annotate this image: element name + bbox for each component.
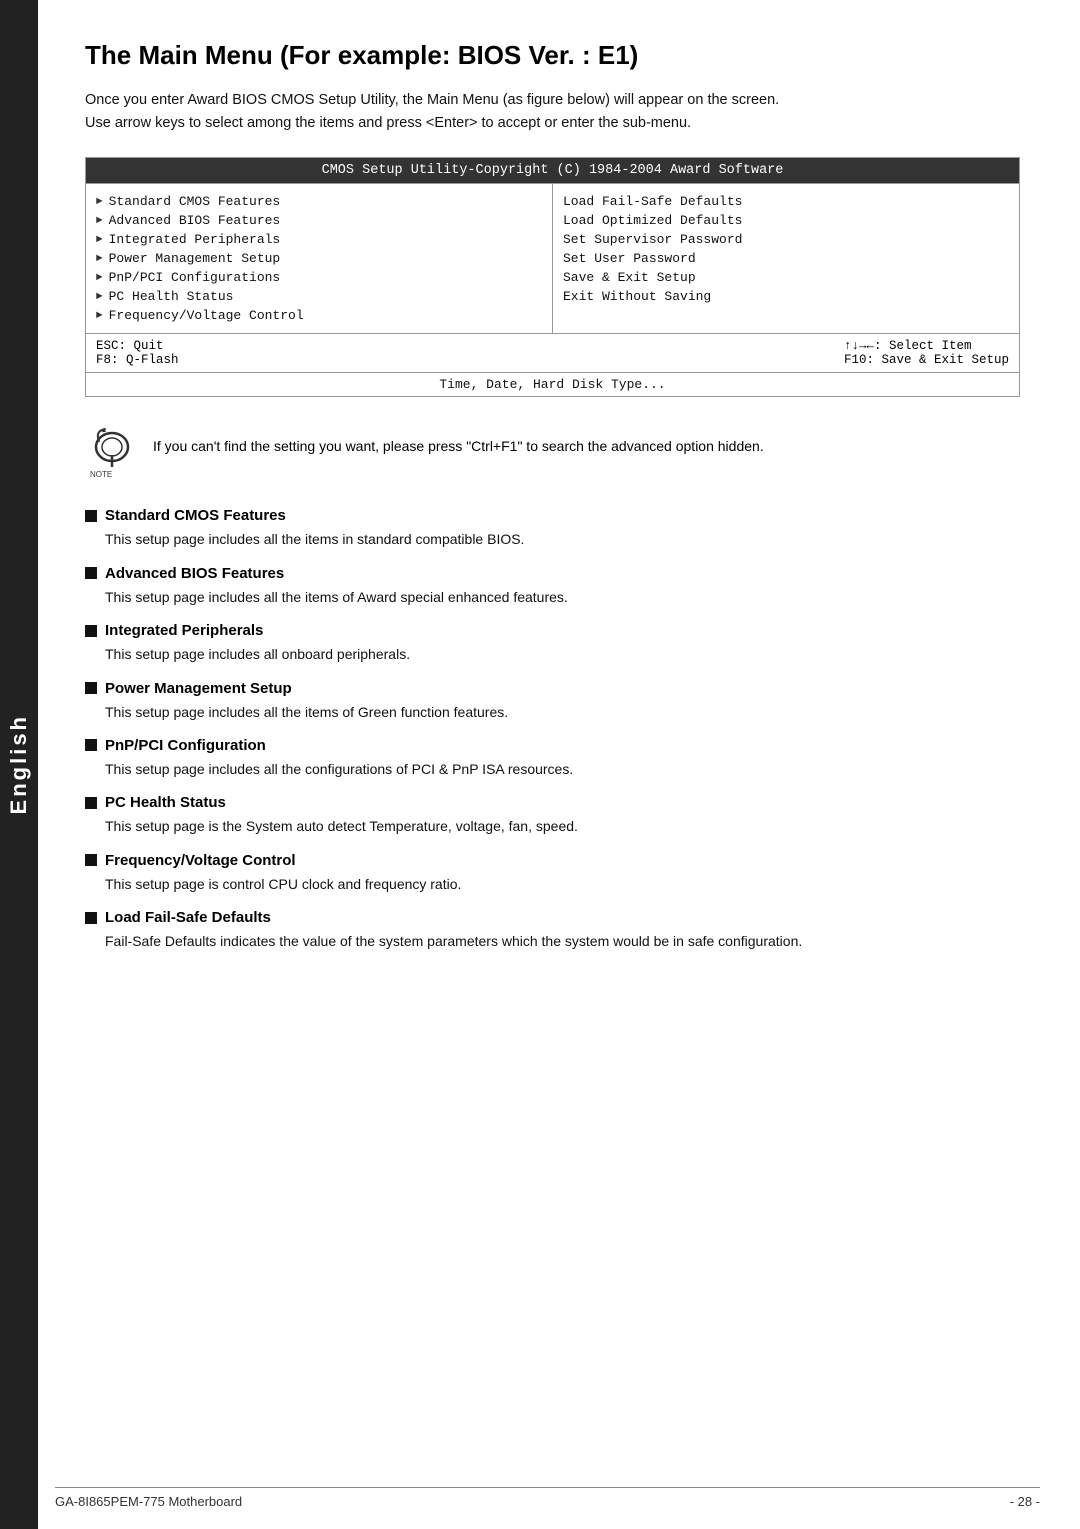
side-tab-label: English bbox=[6, 714, 32, 814]
feature-title-text: Advanced BIOS Features bbox=[105, 565, 284, 582]
bios-arrow-icon: ► bbox=[96, 234, 103, 246]
feature-title: Load Fail-Safe Defaults bbox=[85, 909, 1020, 926]
side-tab: English bbox=[0, 0, 38, 1529]
feature-bullet-icon bbox=[85, 567, 97, 579]
bios-footer: ESC: Quit F8: Q-Flash ↑↓→←: Select Item … bbox=[86, 333, 1019, 372]
bios-left-column: ►Standard CMOS Features►Advanced BIOS Fe… bbox=[86, 184, 553, 333]
bios-right-item: Load Fail-Safe Defaults bbox=[563, 192, 1009, 211]
feature-desc: This setup page includes all the items i… bbox=[105, 528, 1020, 550]
features-list: Standard CMOS Features This setup page in… bbox=[85, 507, 1020, 952]
feature-desc: This setup page includes all the items o… bbox=[105, 701, 1020, 723]
feature-title-text: Load Fail-Safe Defaults bbox=[105, 909, 271, 926]
feature-title-text: Integrated Peripherals bbox=[105, 622, 263, 639]
feature-desc: This setup page includes all the configu… bbox=[105, 758, 1020, 780]
feature-title: Power Management Setup bbox=[85, 680, 1020, 697]
bios-arrow-icon: ► bbox=[96, 215, 103, 227]
bios-select-item: ↑↓→←: Select Item bbox=[844, 339, 1009, 353]
feature-section: PC Health Status This setup page is the S… bbox=[85, 794, 1020, 837]
bios-left-item: ►Frequency/Voltage Control bbox=[96, 306, 542, 325]
bios-screenshot: CMOS Setup Utility-Copyright (C) 1984-20… bbox=[85, 157, 1020, 397]
feature-bullet-icon bbox=[85, 797, 97, 809]
feature-section: Advanced BIOS Features This setup page in… bbox=[85, 565, 1020, 608]
feature-bullet-icon bbox=[85, 510, 97, 522]
feature-desc: This setup page is the System auto detec… bbox=[105, 815, 1020, 837]
bios-right-item: Save & Exit Setup bbox=[563, 268, 1009, 287]
bios-arrow-icon: ► bbox=[96, 196, 103, 208]
feature-title: Advanced BIOS Features bbox=[85, 565, 1020, 582]
feature-bullet-icon bbox=[85, 854, 97, 866]
feature-bullet-icon bbox=[85, 682, 97, 694]
feature-title-text: Frequency/Voltage Control bbox=[105, 852, 296, 869]
feature-title-text: Standard CMOS Features bbox=[105, 507, 286, 524]
feature-desc: This setup page includes all onboard per… bbox=[105, 643, 1020, 665]
feature-desc: This setup page includes all the items o… bbox=[105, 586, 1020, 608]
bios-right-column: Load Fail-Safe DefaultsLoad Optimized De… bbox=[553, 184, 1019, 333]
bios-esc-quit: ESC: Quit bbox=[96, 339, 179, 353]
feature-title: Standard CMOS Features bbox=[85, 507, 1020, 524]
intro-line2: Use arrow keys to select among the items… bbox=[85, 112, 1020, 135]
feature-title: Integrated Peripherals bbox=[85, 622, 1020, 639]
page-footer: GA-8I865PEM-775 Motherboard - 28 - bbox=[55, 1487, 1040, 1509]
feature-title-text: PC Health Status bbox=[105, 794, 226, 811]
feature-section: Integrated Peripherals This setup page in… bbox=[85, 622, 1020, 665]
feature-section: Frequency/Voltage Control This setup page… bbox=[85, 852, 1020, 895]
note-box: NOTE If you can't find the setting you w… bbox=[85, 425, 1020, 479]
bios-arrow-icon: ► bbox=[96, 291, 103, 303]
bios-header: CMOS Setup Utility-Copyright (C) 1984-20… bbox=[86, 158, 1019, 183]
feature-bullet-icon bbox=[85, 912, 97, 924]
feature-title: PC Health Status bbox=[85, 794, 1020, 811]
footer-left: GA-8I865PEM-775 Motherboard bbox=[55, 1494, 242, 1509]
bios-arrow-icon: ► bbox=[96, 310, 103, 322]
feature-title-text: PnP/PCI Configuration bbox=[105, 737, 266, 754]
bios-footer-right: ↑↓→←: Select Item F10: Save & Exit Setup bbox=[844, 339, 1009, 367]
feature-title: Frequency/Voltage Control bbox=[85, 852, 1020, 869]
footer-right: - 28 - bbox=[1010, 1494, 1040, 1509]
bios-right-item: Set Supervisor Password bbox=[563, 230, 1009, 249]
bios-body: ►Standard CMOS Features►Advanced BIOS Fe… bbox=[86, 183, 1019, 333]
bios-left-item: ►Integrated Peripherals bbox=[96, 230, 542, 249]
feature-section: Power Management Setup This setup page in… bbox=[85, 680, 1020, 723]
bios-left-item: ►PnP/PCI Configurations bbox=[96, 268, 542, 287]
feature-bullet-icon bbox=[85, 625, 97, 637]
svg-text:NOTE: NOTE bbox=[90, 470, 112, 479]
bios-left-item: ►Advanced BIOS Features bbox=[96, 211, 542, 230]
bios-right-item: Set User Password bbox=[563, 249, 1009, 268]
bios-right-item: Exit Without Saving bbox=[563, 287, 1009, 306]
feature-bullet-icon bbox=[85, 739, 97, 751]
note-text: If you can't find the setting you want, … bbox=[153, 425, 764, 457]
bios-footer-left: ESC: Quit F8: Q-Flash bbox=[96, 339, 179, 367]
bios-status-bar: Time, Date, Hard Disk Type... bbox=[86, 372, 1019, 396]
bios-arrow-icon: ► bbox=[96, 272, 103, 284]
note-icon: NOTE bbox=[85, 425, 139, 479]
bios-f8-qflash: F8: Q-Flash bbox=[96, 353, 179, 367]
feature-desc: Fail-Safe Defaults indicates the value o… bbox=[105, 930, 1020, 952]
intro-text: Once you enter Award BIOS CMOS Setup Uti… bbox=[85, 89, 1020, 135]
bios-right-item: Load Optimized Defaults bbox=[563, 211, 1009, 230]
feature-title-text: Power Management Setup bbox=[105, 680, 292, 697]
page-title: The Main Menu (For example: BIOS Ver. : … bbox=[85, 40, 1020, 71]
bios-arrow-icon: ► bbox=[96, 253, 103, 265]
feature-section: PnP/PCI Configuration This setup page inc… bbox=[85, 737, 1020, 780]
intro-line1: Once you enter Award BIOS CMOS Setup Uti… bbox=[85, 89, 1020, 112]
bios-left-item: ►Standard CMOS Features bbox=[96, 192, 542, 211]
bios-f10-save: F10: Save & Exit Setup bbox=[844, 353, 1009, 367]
feature-desc: This setup page is control CPU clock and… bbox=[105, 873, 1020, 895]
bios-left-item: ►Power Management Setup bbox=[96, 249, 542, 268]
main-content: The Main Menu (For example: BIOS Ver. : … bbox=[55, 0, 1080, 1007]
feature-title: PnP/PCI Configuration bbox=[85, 737, 1020, 754]
feature-section: Standard CMOS Features This setup page in… bbox=[85, 507, 1020, 550]
bios-left-item: ►PC Health Status bbox=[96, 287, 542, 306]
feature-section: Load Fail-Safe Defaults Fail-Safe Default… bbox=[85, 909, 1020, 952]
